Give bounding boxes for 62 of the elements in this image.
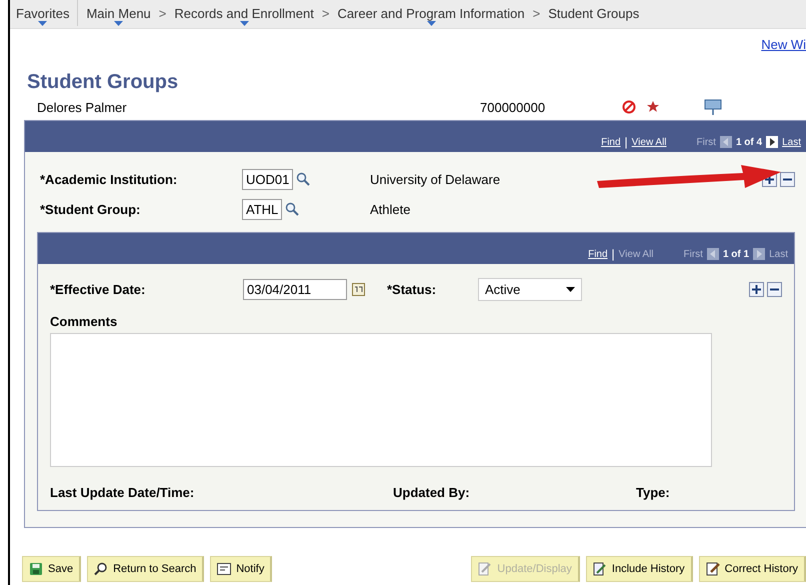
caret-icon	[566, 286, 575, 292]
toolbar-button[interactable]: Correct History	[698, 556, 806, 582]
breadcrumb-link[interactable]: Main Menu	[77, 0, 151, 26]
breadcrumb-link[interactable]: Favorites	[16, 0, 70, 26]
field-label: *Student Group:	[39, 202, 142, 216]
field-label: Updated By:	[393, 485, 471, 500]
row-count: 1 of 4	[736, 136, 762, 148]
toolbar-button[interactable]: Notify	[210, 556, 272, 582]
calendar-icon[interactable]	[352, 282, 365, 296]
breadcrumb-link[interactable]: Records and Enrollment	[174, 0, 314, 26]
toolbar-button[interactable]: Include History	[586, 556, 693, 582]
find-link[interactable]: Find	[601, 136, 621, 148]
toolbar-button[interactable]: Return to Search	[87, 556, 204, 582]
add-row-button[interactable]	[749, 282, 764, 296]
input-field[interactable]: ATHL	[242, 198, 282, 220]
search-icon	[94, 562, 108, 576]
caret-icon	[38, 21, 48, 26]
date-field[interactable]: 03/04/2011	[243, 278, 347, 300]
student-id: 700000000	[480, 100, 546, 114]
caret-icon	[426, 21, 436, 26]
find-link[interactable]: Find	[588, 248, 608, 260]
field-description: University of Delaware	[370, 172, 502, 186]
breadcrumb-separator: >	[532, 5, 540, 21]
document-pen-icon	[478, 562, 492, 576]
status-dropdown[interactable]: Active	[478, 278, 582, 300]
caret-icon	[114, 21, 124, 26]
input-field[interactable]: UOD01	[242, 168, 294, 190]
breadcrumb-separator: >	[322, 5, 330, 21]
field-description: Athlete	[370, 202, 412, 216]
field-label: *Status:	[387, 282, 438, 296]
new-window-link[interactable]: New Wi	[761, 37, 806, 52]
comments-field[interactable]	[50, 333, 712, 467]
plus-icon	[752, 284, 761, 294]
comments-label: Comments	[50, 314, 118, 329]
note-icon	[217, 563, 232, 575]
delete-row-button[interactable]	[767, 282, 782, 296]
document-pen-icon	[592, 562, 607, 576]
plus-icon	[765, 174, 774, 184]
prohibited-icon	[622, 100, 636, 114]
last-link[interactable]: Last	[782, 136, 801, 148]
row-count: 1 of 1	[722, 248, 750, 260]
view-all-link[interactable]: View All	[632, 136, 667, 148]
caret-icon	[240, 21, 249, 26]
document-pen-icon	[706, 562, 720, 576]
student-name: Delores Palmer	[37, 100, 128, 114]
next-icon[interactable]	[766, 136, 778, 148]
field-label: Last Update Date/Time:	[50, 485, 196, 500]
field-label: *Effective Date:	[50, 282, 146, 296]
toolbar-button[interactable]: Save	[22, 556, 82, 582]
field-label: *Academic Institution:	[39, 172, 178, 186]
link-divider: |	[624, 135, 628, 149]
breadcrumb-separator: >	[158, 5, 166, 21]
link-divider: |	[612, 247, 615, 261]
search-icon[interactable]	[285, 202, 300, 216]
breadcrumb-link[interactable]: Student Groups	[548, 0, 640, 21]
breadcrumb-link[interactable]: Career and Program Information	[337, 0, 525, 26]
delete-row-button[interactable]	[780, 172, 795, 186]
field-label: Type:	[636, 485, 670, 500]
search-icon[interactable]	[296, 172, 310, 186]
pushpin-icon	[704, 98, 722, 116]
page-title: Student Groups	[27, 71, 180, 94]
star-icon	[646, 100, 660, 114]
